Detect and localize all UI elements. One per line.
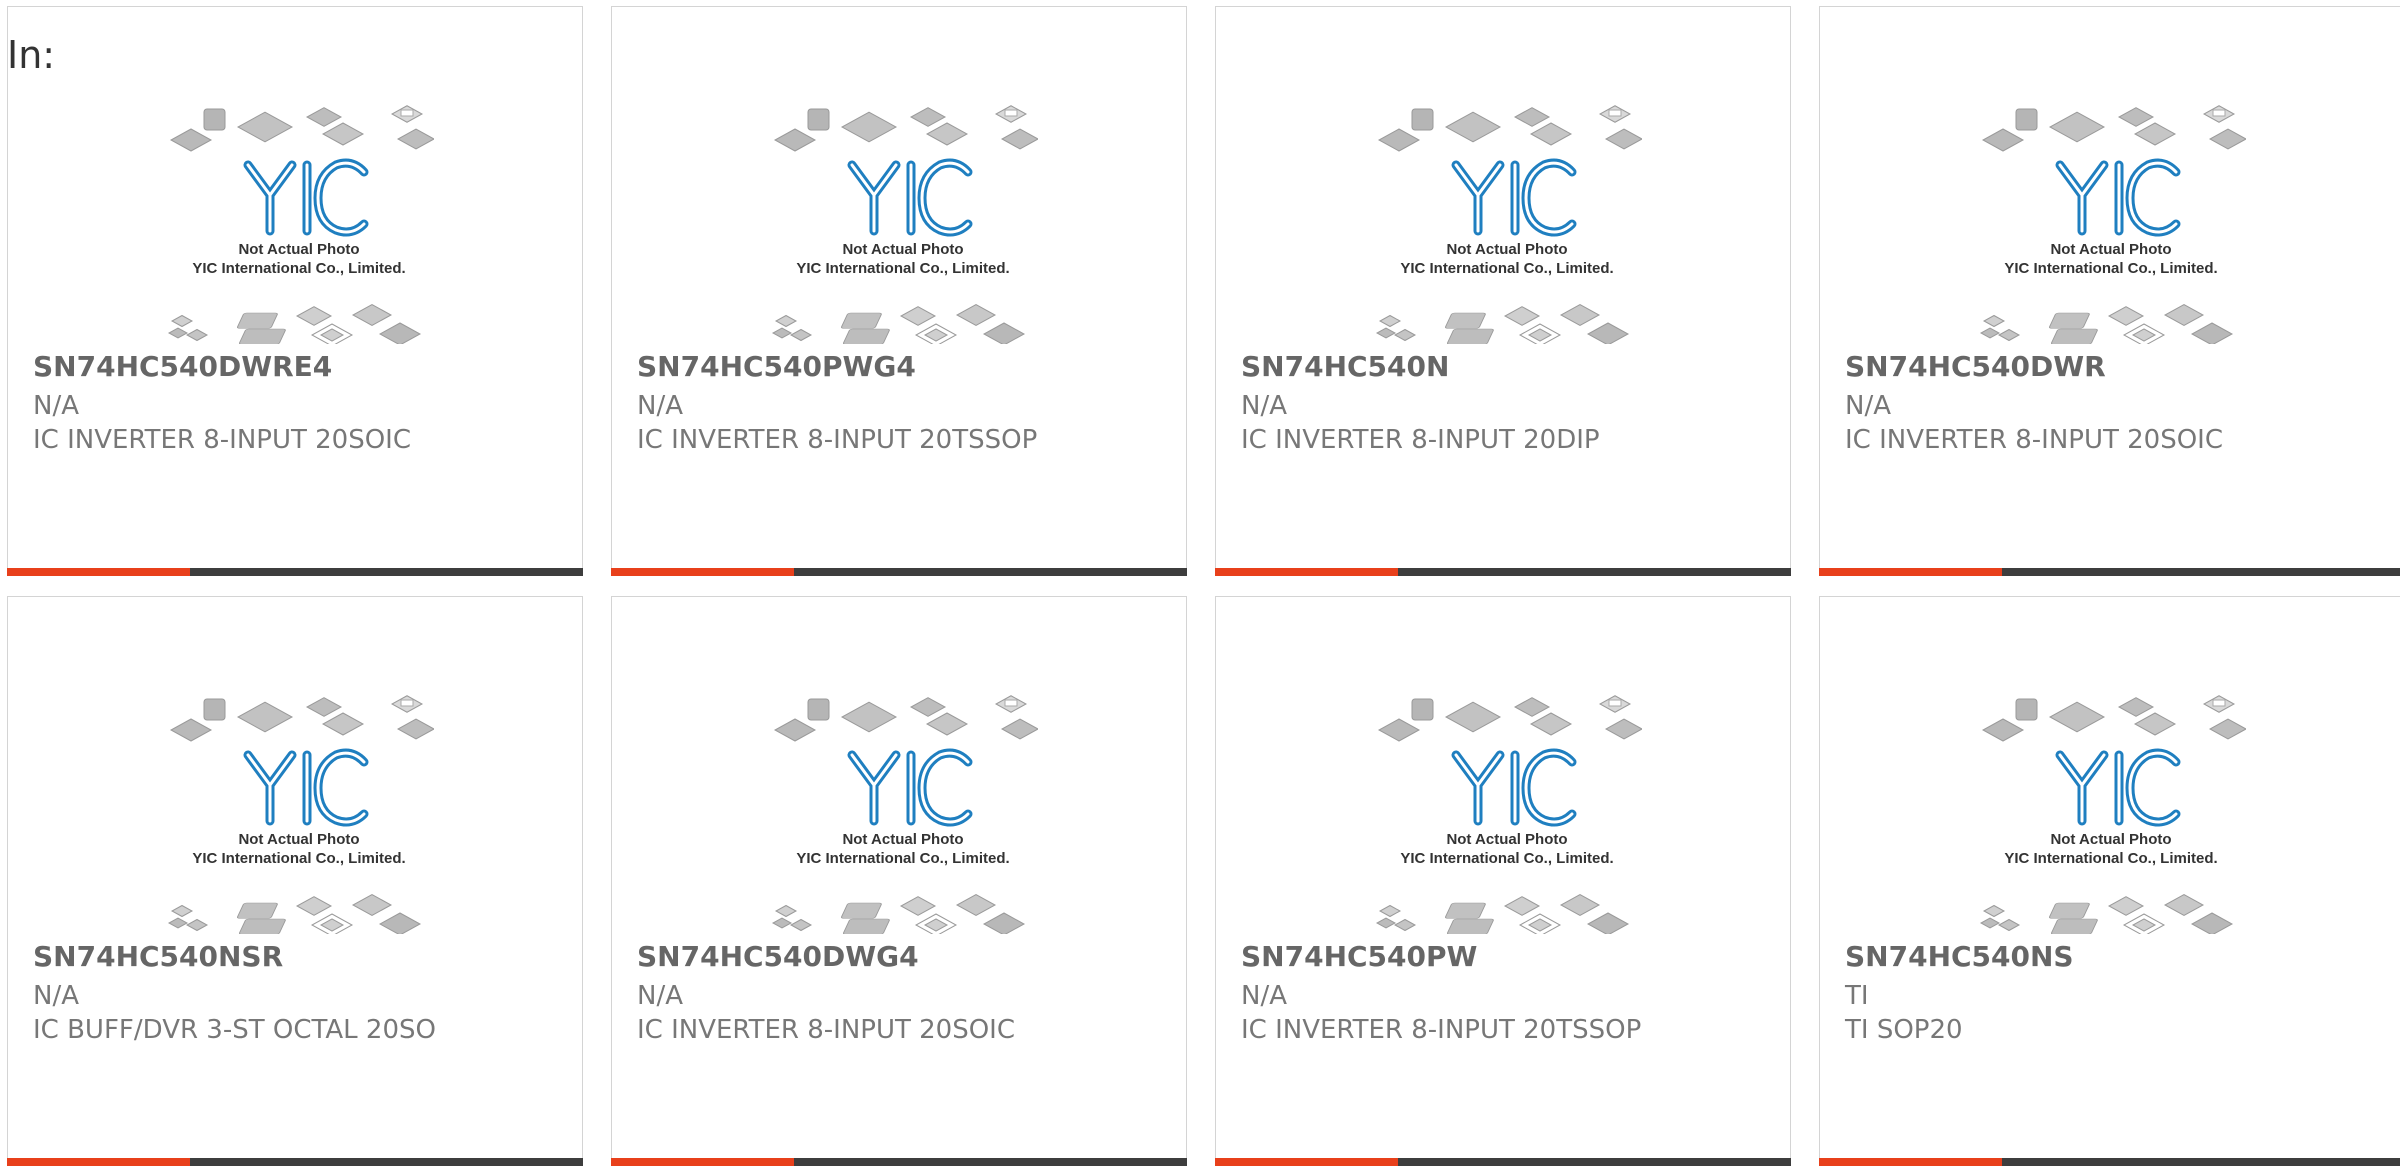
chip-packages-bottom	[771, 303, 1026, 344]
description: IC INVERTER 8-INPUT 20TSSOP	[1241, 1015, 1642, 1045]
chip-packages-bottom	[771, 893, 1026, 934]
manufacturer: N/A	[33, 981, 79, 1011]
placeholder-caption-1: Not Actual Photo	[842, 241, 963, 258]
chip-packages-bottom	[167, 893, 422, 934]
card-footer-bar	[1215, 1158, 1791, 1166]
placeholder-caption-2: YIC International Co., Limited.	[2004, 850, 2217, 867]
product-card[interactable]: Not Actual Photo YIC International Co., L…	[1819, 6, 2400, 576]
yic-logo-icon	[1451, 158, 1577, 237]
placeholder-caption-1: Not Actual Photo	[2050, 831, 2171, 848]
product-card[interactable]: Not Actual Photo YIC International Co., L…	[1819, 596, 2400, 1166]
placeholder-caption-2: YIC International Co., Limited.	[192, 260, 405, 277]
yic-logo-icon	[847, 748, 973, 827]
placeholder-caption-1: Not Actual Photo	[842, 831, 963, 848]
chip-packages-bottom	[1375, 893, 1630, 934]
card-footer-bar	[1819, 568, 2400, 576]
card-footer-bar	[1819, 1158, 2400, 1166]
chip-packages-bottom	[167, 303, 422, 344]
manufacturer: N/A	[1845, 391, 1891, 421]
product-card[interactable]: Not Actual Photo YIC International Co., L…	[611, 6, 1187, 576]
placeholder-caption-1: Not Actual Photo	[238, 831, 359, 848]
card-footer-bar	[7, 1158, 583, 1166]
placeholder-caption-2: YIC International Co., Limited.	[796, 260, 1009, 277]
manufacturer: N/A	[1241, 981, 1287, 1011]
product-card[interactable]: Not Actual Photo YIC International Co., L…	[7, 596, 583, 1166]
card-accent	[1215, 1158, 1398, 1166]
description: IC INVERTER 8-INPUT 20SOIC	[33, 425, 412, 455]
card-accent	[611, 1158, 794, 1166]
description: IC INVERTER 8-INPUT 20DIP	[1241, 425, 1600, 455]
part-number[interactable]: SN74HC540NS	[1845, 940, 2074, 973]
chip-packages-bottom	[1979, 303, 2234, 344]
card-accent	[1819, 1158, 2002, 1166]
card-accent	[611, 568, 794, 576]
part-number[interactable]: SN74HC540DWRE4	[33, 350, 332, 383]
description: IC BUFF/DVR 3-ST OCTAL 20SO	[33, 1015, 436, 1045]
manufacturer: N/A	[637, 981, 683, 1011]
yic-logo-icon	[2055, 748, 2181, 827]
manufacturer: N/A	[1241, 391, 1287, 421]
part-number[interactable]: SN74HC540N	[1241, 350, 1449, 383]
chip-packages-top	[773, 695, 1038, 742]
placeholder-caption-1: Not Actual Photo	[1446, 831, 1567, 848]
chip-packages-top	[1377, 105, 1642, 152]
chip-packages-top	[773, 105, 1038, 152]
product-placeholder-image: Not Actual Photo YIC International Co., L…	[768, 99, 1038, 344]
chip-packages-bottom	[1375, 303, 1630, 344]
card-footer-bar	[611, 568, 1187, 576]
in-label: In:	[7, 33, 56, 77]
product-card[interactable]: Not Actual Photo YIC International Co., L…	[611, 596, 1187, 1166]
chip-packages-top	[169, 105, 434, 152]
placeholder-caption-2: YIC International Co., Limited.	[1400, 260, 1613, 277]
chip-packages-top	[1377, 695, 1642, 742]
product-card[interactable]: Not Actual Photo YIC International Co., L…	[1215, 596, 1791, 1166]
card-footer-bar	[1215, 568, 1791, 576]
manufacturer: TI	[1845, 981, 1869, 1011]
chip-packages-bottom	[1979, 893, 2234, 934]
product-placeholder-image: Not Actual Photo YIC International Co., L…	[1372, 689, 1642, 934]
chip-packages-top	[1981, 695, 2246, 742]
product-placeholder-image: Not Actual Photo YIC International Co., L…	[164, 689, 434, 934]
card-accent	[7, 1158, 190, 1166]
part-number[interactable]: SN74HC540PWG4	[637, 350, 916, 383]
part-number[interactable]: SN74HC540DWR	[1845, 350, 2106, 383]
card-accent	[7, 568, 190, 576]
description: IC INVERTER 8-INPUT 20SOIC	[637, 1015, 1016, 1045]
manufacturer: N/A	[637, 391, 683, 421]
description: TI SOP20	[1845, 1015, 1963, 1045]
description: IC INVERTER 8-INPUT 20SOIC	[1845, 425, 2224, 455]
placeholder-caption-1: Not Actual Photo	[238, 241, 359, 258]
part-number[interactable]: SN74HC540NSR	[33, 940, 283, 973]
part-number[interactable]: SN74HC540PW	[1241, 940, 1477, 973]
card-accent	[1215, 568, 1398, 576]
product-placeholder-image: Not Actual Photo YIC International Co., L…	[164, 99, 434, 344]
card-accent	[1819, 568, 2002, 576]
product-card[interactable]: Not Actual Photo YIC International Co., L…	[7, 6, 583, 576]
product-placeholder-image: Not Actual Photo YIC International Co., L…	[768, 689, 1038, 934]
product-placeholder-image: Not Actual Photo YIC International Co., L…	[1372, 99, 1642, 344]
yic-logo-icon	[243, 748, 369, 827]
placeholder-caption-2: YIC International Co., Limited.	[2004, 260, 2217, 277]
description: IC INVERTER 8-INPUT 20TSSOP	[637, 425, 1038, 455]
placeholder-caption-1: Not Actual Photo	[1446, 241, 1567, 258]
placeholder-caption-2: YIC International Co., Limited.	[1400, 850, 1613, 867]
yic-logo-icon	[243, 158, 369, 237]
yic-logo-icon	[2055, 158, 2181, 237]
placeholder-caption-2: YIC International Co., Limited.	[796, 850, 1009, 867]
card-footer-bar	[7, 568, 583, 576]
yic-logo-icon	[847, 158, 973, 237]
product-placeholder-image: Not Actual Photo YIC International Co., L…	[1976, 689, 2246, 934]
chip-packages-top	[1981, 105, 2246, 152]
card-footer-bar	[611, 1158, 1187, 1166]
manufacturer: N/A	[33, 391, 79, 421]
product-placeholder-image: Not Actual Photo YIC International Co., L…	[1976, 99, 2246, 344]
placeholder-caption-1: Not Actual Photo	[2050, 241, 2171, 258]
chip-packages-top	[169, 695, 434, 742]
part-number[interactable]: SN74HC540DWG4	[637, 940, 919, 973]
yic-logo-icon	[1451, 748, 1577, 827]
placeholder-caption-2: YIC International Co., Limited.	[192, 850, 405, 867]
product-card[interactable]: Not Actual Photo YIC International Co., L…	[1215, 6, 1791, 576]
